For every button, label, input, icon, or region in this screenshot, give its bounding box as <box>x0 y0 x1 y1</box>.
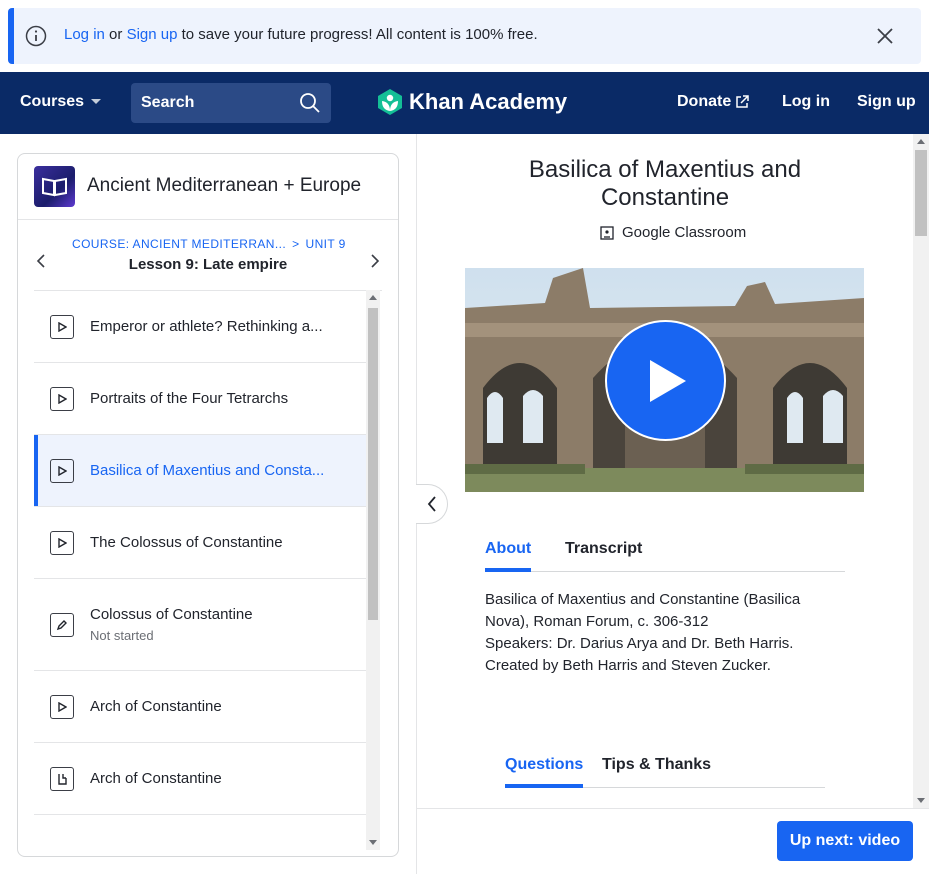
list-item-status: Not started <box>90 628 154 643</box>
google-classroom-label: Google Classroom <box>622 224 747 241</box>
login-link[interactable]: Log in <box>782 93 830 111</box>
google-classroom-button[interactable]: Google Classroom <box>600 224 746 241</box>
video-player[interactable] <box>465 268 864 492</box>
content-scrollbar-thumb[interactable] <box>915 150 927 236</box>
list-item-title: Colossus of Constantine <box>90 606 253 623</box>
list-item-title: Portraits of the Four Tetrarchs <box>90 390 289 407</box>
play-video-icon <box>50 387 74 411</box>
article-icon <box>50 767 74 791</box>
banner-message-text: to save your future progress! All conten… <box>177 26 538 43</box>
discussion-tabs: Questions Tips & Thanks <box>505 752 825 788</box>
search-icon[interactable] <box>299 92 321 114</box>
login-banner: Log in or Sign up to save your future pr… <box>8 8 921 64</box>
content-tabs: About Transcript <box>485 536 845 572</box>
course-title: Ancient Mediterranean + Europe <box>87 175 362 196</box>
external-link-icon <box>736 95 749 108</box>
course-icon <box>34 166 75 207</box>
tab-questions[interactable]: Questions <box>505 756 584 788</box>
courses-label: Courses <box>20 93 85 110</box>
list-scrollbar[interactable] <box>366 290 380 850</box>
play-video-icon <box>50 459 74 483</box>
breadcrumb-course-link[interactable]: COURSE: ANCIENT MEDITERRAN... <box>72 237 286 251</box>
banner-login-link[interactable]: Log in <box>64 26 105 43</box>
list-item-title: Arch of Constantine <box>90 698 222 715</box>
list-item[interactable]: Portraits of the Four Tetrarchs <box>34 363 366 435</box>
breadcrumb-unit-link[interactable]: UNIT 9 <box>306 237 346 251</box>
khan-academy-logo[interactable]: Khan Academy <box>377 88 567 116</box>
page-title: Basilica of Maxentius and Constantine <box>528 156 802 211</box>
description-line: Created by Beth Harris and Steven Zucker… <box>485 657 771 674</box>
list-item[interactable]: Arch of Constantine <box>34 743 366 815</box>
google-classroom-icon <box>600 225 614 240</box>
donate-link[interactable]: Donate <box>677 93 749 111</box>
tab-tips-thanks[interactable]: Tips & Thanks <box>602 756 711 784</box>
scroll-down-arrow-icon[interactable] <box>917 798 925 803</box>
list-item[interactable]: Emperor or athlete? Rethinking a... <box>34 291 366 363</box>
play-video-icon <box>50 315 74 339</box>
info-icon <box>25 25 47 47</box>
close-icon[interactable] <box>875 26 895 46</box>
lesson-breadcrumb: COURSE: ANCIENT MEDITERRAN... > UNIT 9 Les… <box>18 220 398 290</box>
list-item-title: Basilica of Maxentius and Consta... <box>90 462 325 479</box>
course-sidebar: Ancient Mediterranean + Europe COURSE: A… <box>17 153 399 857</box>
chevron-right-icon[interactable] <box>370 254 380 268</box>
list-item-selected[interactable]: Basilica of Maxentius and Consta... <box>34 435 366 507</box>
banner-message: Log in or Sign up to save your future pr… <box>64 26 538 43</box>
book-icon <box>42 177 67 197</box>
play-video-icon <box>50 531 74 555</box>
scroll-down-arrow-icon[interactable] <box>369 840 377 845</box>
lesson-content-list: Emperor or athlete? Rethinking a... Port… <box>34 290 382 850</box>
list-item[interactable]: Colossus of Constantine Not started <box>34 579 366 671</box>
description-line: Speakers: Dr. Darius Arya and Dr. Beth H… <box>485 635 794 652</box>
scroll-up-arrow-icon[interactable] <box>917 139 925 144</box>
logo-icon <box>378 89 402 115</box>
play-video-icon <box>50 695 74 719</box>
search-box[interactable]: Search <box>131 83 331 123</box>
list-item-title: Emperor or athlete? Rethinking a... <box>90 318 323 335</box>
play-icon <box>649 359 686 402</box>
list-scrollbar-thumb[interactable] <box>368 308 378 620</box>
banner-accent-bar <box>8 8 14 64</box>
logo-text: Khan Academy <box>409 89 568 114</box>
video-description: Basilica of Maxentius and Constantine (B… <box>485 589 845 677</box>
up-next-button[interactable]: Up next: video <box>777 821 913 861</box>
description-line: Basilica of Maxentius and Constantine (B… <box>485 591 801 608</box>
list-item[interactable]: Arch of Constantine <box>34 671 366 743</box>
top-navigation: Courses Search Khan Academy Donate Log i… <box>0 72 929 134</box>
description-line: Nova), Roman Forum, c. 306-312 <box>485 613 709 630</box>
lesson-title: Lesson 9: Late empire <box>128 256 288 273</box>
content-scrollbar[interactable] <box>913 134 929 808</box>
list-item-title: The Colossus of Constantine <box>90 534 283 551</box>
course-header[interactable]: Ancient Mediterranean + Europe <box>18 154 398 220</box>
signup-link[interactable]: Sign up <box>857 93 916 111</box>
banner-or-text: or <box>104 26 127 43</box>
play-button[interactable] <box>605 320 726 441</box>
list-item-title: Arch of Constantine <box>90 770 222 787</box>
banner-signup-link[interactable]: Sign up <box>127 26 178 43</box>
chevron-left-icon <box>427 496 436 512</box>
chevron-down-icon <box>91 99 102 104</box>
search-input[interactable]: Search <box>141 94 194 112</box>
list-item[interactable]: The Colossus of Constantine <box>34 507 366 579</box>
tab-about[interactable]: About <box>485 540 532 572</box>
breadcrumb: COURSE: ANCIENT MEDITERRAN... > UNIT 9 <box>72 237 346 251</box>
scroll-up-arrow-icon[interactable] <box>369 295 377 300</box>
pencil-exercise-icon <box>50 613 74 637</box>
tab-transcript[interactable]: Transcript <box>565 540 642 568</box>
courses-menu-button[interactable]: Courses <box>20 93 102 111</box>
donate-label: Donate <box>677 93 732 110</box>
breadcrumb-separator: > <box>292 237 300 251</box>
